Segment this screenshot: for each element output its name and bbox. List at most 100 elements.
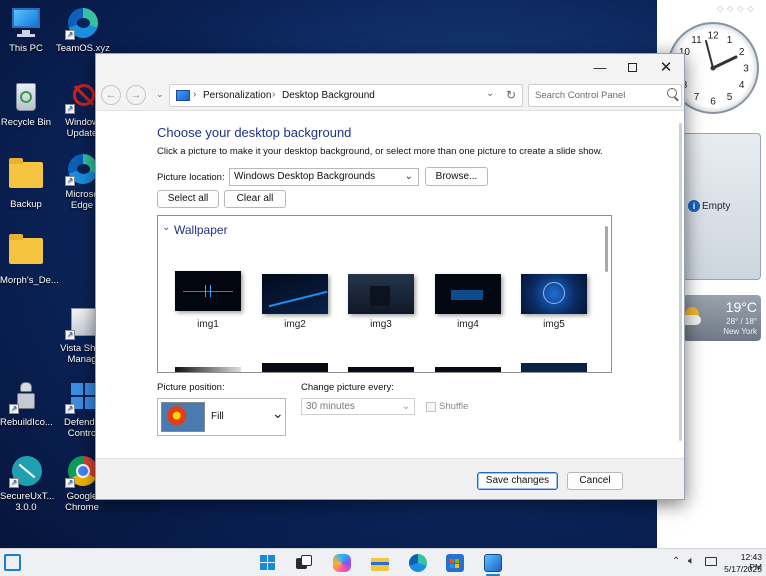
picture-position-label: Picture position: (157, 382, 225, 393)
collapse-chevron-icon[interactable]: ⌄ (162, 222, 170, 233)
network-icon[interactable] (705, 557, 717, 566)
wallpaper-thumb-img1[interactable] (175, 271, 241, 311)
wallpaper-thumb[interactable] (175, 367, 241, 372)
speaker-icon[interactable]: 🔈︎ (688, 555, 695, 568)
windows-update-icon: ↗ (65, 80, 99, 114)
shortcut-manager-icon: ↗ (65, 306, 99, 340)
breadcrumb-separator-icon: › (193, 89, 197, 100)
desktop-icon-label: This PC (9, 43, 43, 54)
clear-all-button[interactable]: Clear all (224, 190, 286, 208)
desktop-icon-rebuildicon[interactable]: ↗ RebuildIco... (0, 380, 53, 428)
page-subtitle: Click a picture to make it your desktop … (157, 146, 603, 157)
shortcut-arrow-icon: ↗ (65, 104, 75, 114)
select-all-button[interactable]: Select all (157, 190, 219, 208)
breadcrumb-personalization[interactable]: Personalization (203, 90, 271, 101)
forward-button[interactable]: → (126, 85, 146, 105)
browse-button[interactable]: Browse... (425, 167, 488, 186)
clock-numeral: 4 (739, 80, 745, 91)
recent-locations-chevron-icon[interactable]: ⌄ (156, 89, 164, 100)
shortcut-arrow-icon: ↗ (65, 30, 75, 40)
breadcrumb-desktop-background[interactable]: Desktop Background (282, 90, 375, 101)
address-dropdown-chevron-icon[interactable]: ⌄ (486, 88, 494, 99)
recycle-bin-icon (9, 80, 43, 114)
desktop-icon-label: Backup (10, 199, 42, 210)
copilot-icon[interactable] (333, 554, 351, 572)
slideshow-gadget[interactable]: i Empty (683, 133, 761, 280)
wallpaper-label: img1 (197, 319, 219, 330)
change-picture-dropdown[interactable]: 30 minutes ⌄ (301, 398, 415, 415)
search-box[interactable]: Search Control Panel (528, 84, 682, 107)
sidebar-controls: ◇◇◇◇ (717, 4, 758, 13)
clock-date[interactable]: 5/17/2025 (722, 564, 762, 574)
wallpaper-label: img5 (543, 319, 565, 330)
edge-taskbar-icon[interactable] (409, 554, 427, 572)
content-scrollbar[interactable] (679, 123, 682, 441)
change-picture-label: Change picture every: (301, 382, 394, 393)
clock-numeral: 6 (710, 97, 716, 108)
page-title: Choose your desktop background (157, 125, 352, 140)
group-header-wallpaper[interactable]: Wallpaper (174, 223, 228, 237)
wallpaper-thumb[interactable] (348, 367, 414, 372)
wallpaper-label: img4 (457, 319, 479, 330)
clock-numeral: 12 (707, 31, 719, 42)
cancel-button[interactable]: Cancel (567, 472, 623, 490)
wallpaper-thumb[interactable] (262, 363, 328, 372)
start-button[interactable] (259, 554, 277, 572)
picture-location-value: Windows Desktop Backgrounds (234, 171, 376, 182)
store-icon[interactable] (446, 554, 464, 572)
folder-icon (9, 158, 43, 196)
task-view-icon[interactable] (295, 554, 313, 572)
clock-numeral: 3 (743, 64, 749, 75)
weather-range: 28° / 18° (726, 317, 757, 326)
edge-icon: ↗ (65, 6, 99, 40)
wallpaper-gallery[interactable]: ⌄ Wallpaper img1 img2 img3 img4 img5 (157, 215, 612, 373)
desktop-icon-teamos[interactable]: ↗ TeamOS.xyz (56, 6, 110, 54)
desktop-icon-secureuxtheme[interactable]: ↗ SecureUxT... 3.0.0 (0, 454, 55, 513)
picture-location-dropdown[interactable]: Windows Desktop Backgrounds ⌄ (229, 168, 419, 186)
gallery-scrollbar-thumb[interactable] (605, 226, 608, 272)
address-bar[interactable]: › Personalization › Desktop Background ⌄… (169, 84, 523, 107)
search-input[interactable]: Search Control Panel (535, 90, 625, 101)
wallpaper-thumb-img2[interactable] (262, 274, 328, 314)
wallpaper-thumb-img3[interactable] (348, 274, 414, 314)
file-explorer-icon[interactable] (371, 554, 389, 572)
picture-position-value: Fill (211, 411, 224, 422)
breadcrumb-separator-icon: › (272, 89, 276, 100)
refresh-icon[interactable]: ↻ (506, 88, 516, 102)
start-corner-icon[interactable] (4, 554, 21, 571)
desktop-icon-morphs[interactable]: Morph's_De... (0, 232, 59, 286)
chevron-down-icon: ⌄ (404, 171, 413, 182)
save-changes-button[interactable]: Save changes (477, 472, 558, 490)
desktop-icon-backup[interactable]: Backup (0, 156, 52, 210)
shuffle-label: Shuffle (439, 401, 469, 412)
desktop-icon-label: Morph's_De... (0, 275, 59, 286)
secureux-icon: ↗ (9, 454, 43, 488)
personalization-taskbar-icon[interactable] (484, 554, 502, 572)
picture-location-label: Picture location: (157, 172, 225, 183)
title-bar: — ✕ (96, 54, 684, 81)
wallpaper-thumb[interactable] (521, 363, 587, 372)
shuffle-checkbox[interactable] (426, 402, 436, 412)
desktop-background-window: — ✕ ← → ⌄ › Personalization › Desktop Ba… (95, 53, 685, 500)
wallpaper-thumb-img4[interactable] (435, 274, 501, 314)
desktop-icon-recycle-bin[interactable]: Recycle Bin (0, 80, 52, 128)
weather-city: New York (723, 327, 757, 336)
clock-numeral: 11 (691, 35, 702, 46)
weather-gadget[interactable]: 19°C 28° / 18° New York (677, 295, 761, 341)
desktop-icon-this-pc[interactable]: This PC (0, 6, 52, 54)
close-button[interactable]: ✕ (648, 54, 684, 81)
control-panel-icon (176, 90, 190, 101)
back-button[interactable]: ← (101, 85, 121, 105)
desktop-icon-label: Recycle Bin (0, 117, 52, 128)
wallpaper-thumb[interactable] (435, 367, 501, 372)
change-picture-value: 30 minutes (306, 401, 355, 412)
monitor-icon (9, 6, 43, 40)
tray-chevron-up-icon[interactable]: ⌃ (672, 556, 680, 567)
desktop-icon-label: SecureUxT... 3.0.0 (0, 491, 55, 513)
wallpaper-thumb-img5[interactable] (521, 274, 587, 314)
picture-position-dropdown[interactable]: Fill ⌄ (157, 398, 286, 436)
clock-numeral: 5 (727, 92, 733, 103)
clock-numeral: 7 (694, 92, 700, 103)
minimize-button[interactable]: — (582, 54, 618, 81)
maximize-button[interactable] (614, 54, 650, 81)
